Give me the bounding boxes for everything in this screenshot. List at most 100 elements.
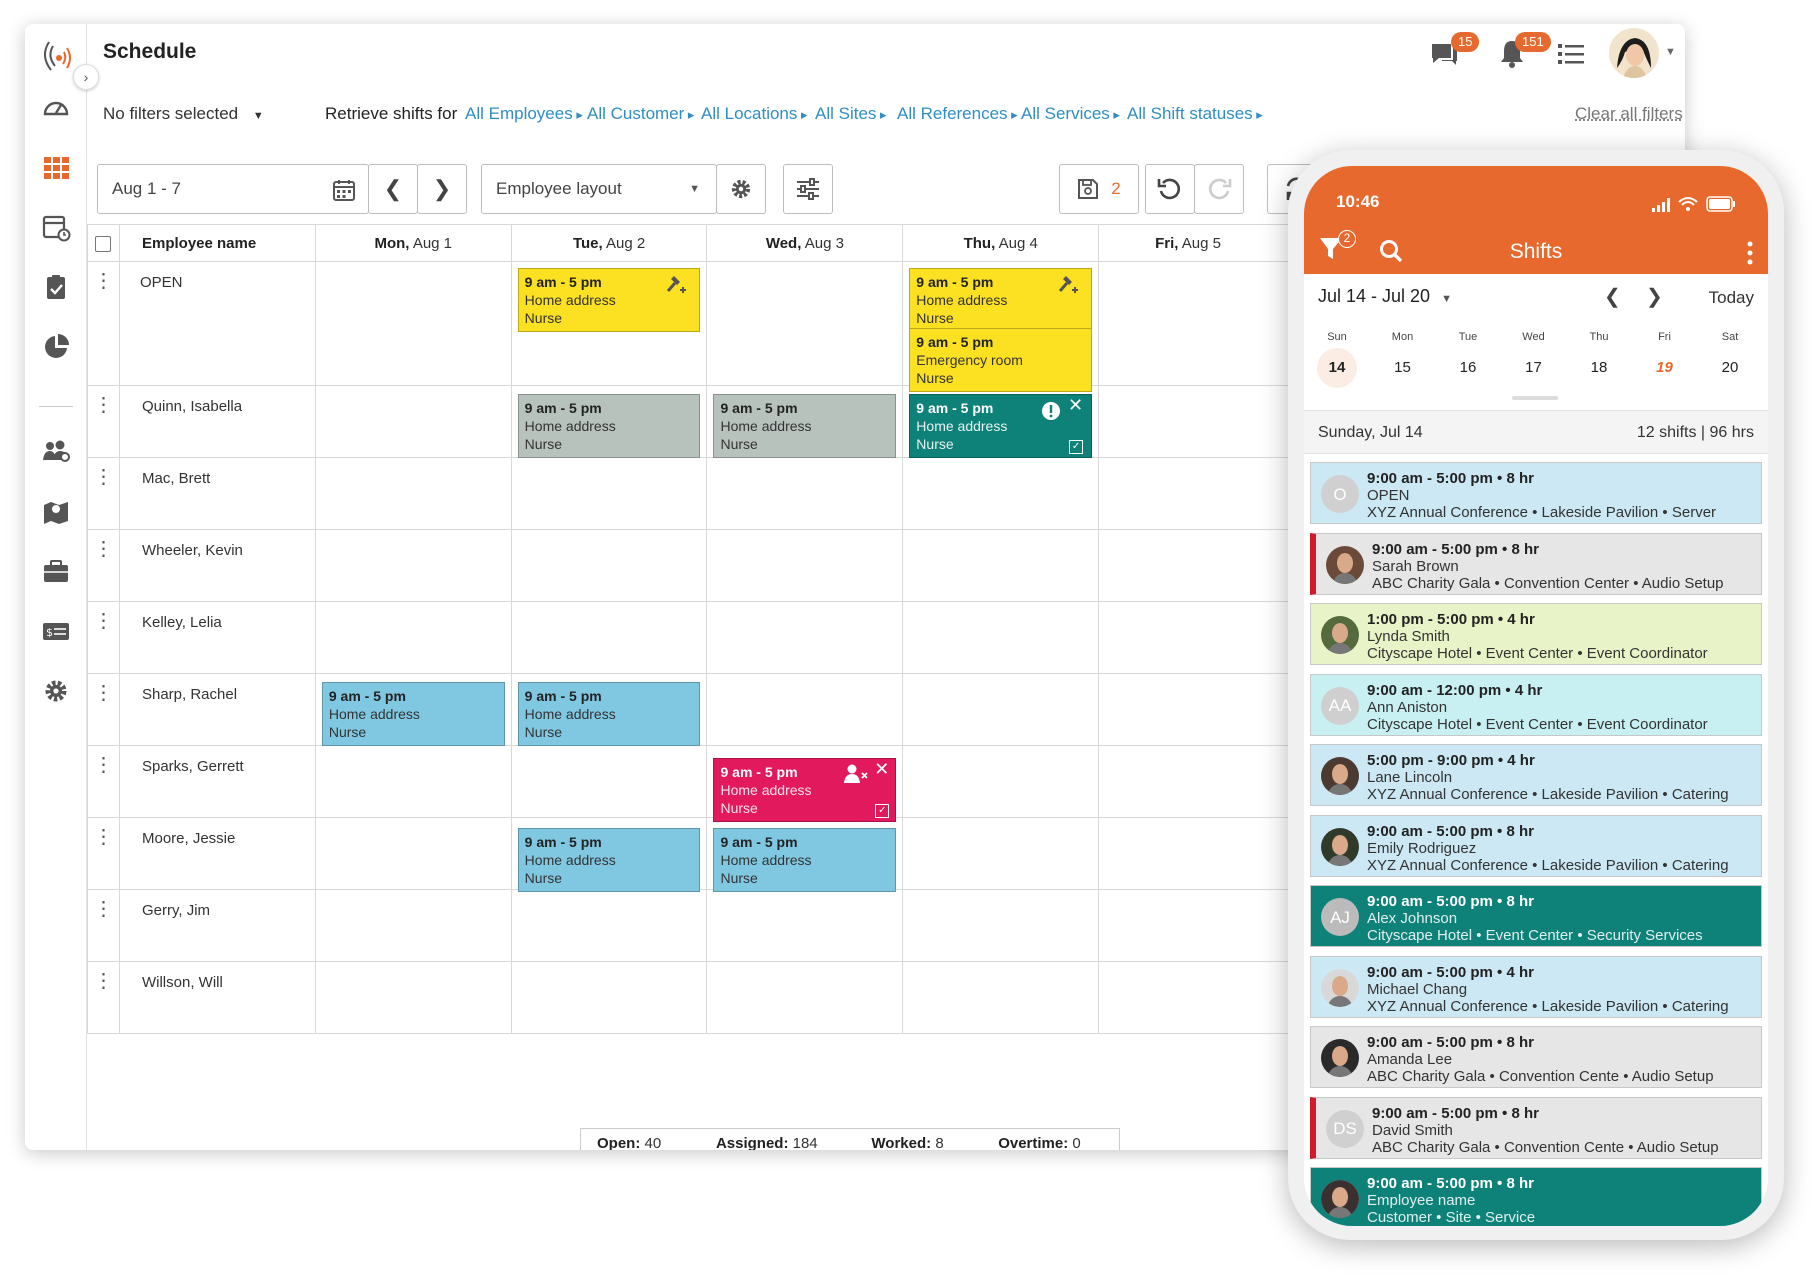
employee-name-cell[interactable]: Mac, Brett <box>118 457 316 530</box>
shift-card[interactable]: AA 9:00 am - 12:00 pm • 4 hr Ann Aniston Ci… <box>1310 673 1762 736</box>
date-range-field[interactable]: Aug 1 - 7 <box>97 164 369 214</box>
settings-gear-icon[interactable] <box>39 674 73 708</box>
filter-shift-statuses[interactable]: All Shift statuses <box>1127 104 1263 124</box>
row-menu-icon[interactable]: ⋮ <box>87 673 120 746</box>
task-list-icon[interactable] <box>1555 38 1587 75</box>
shift-block[interactable]: 9 am - 5 pm Home address Nurse <box>909 268 1093 332</box>
checkbox-checked-icon[interactable]: ✓ <box>875 804 890 818</box>
mobile-next-week-icon[interactable]: ❯ <box>1646 284 1663 309</box>
day-cell[interactable] <box>314 385 512 458</box>
day-cell[interactable] <box>314 961 512 1034</box>
row-menu-icon[interactable]: ⋮ <box>87 261 120 386</box>
filter-preset-dropdown[interactable]: No filters selected ▼ <box>103 104 264 124</box>
shift-card[interactable]: 9:00 am - 5:00 pm • 4 hr Michael Chang XYZ… <box>1310 955 1762 1018</box>
day-cell[interactable] <box>510 457 708 530</box>
date-chip[interactable]: 17 <box>1514 348 1554 388</box>
billing-icon[interactable]: $ <box>39 614 73 648</box>
employee-name-cell[interactable]: Quinn, Isabella <box>118 385 316 458</box>
employee-name-cell[interactable]: Sparks, Gerrett <box>118 745 316 818</box>
filter-references[interactable]: All References <box>897 104 1018 124</box>
row-menu-icon[interactable]: ⋮ <box>87 457 120 530</box>
team-icon[interactable] <box>39 434 73 468</box>
day-cell[interactable] <box>902 889 1100 962</box>
day-cell[interactable] <box>902 529 1100 602</box>
day-cell[interactable]: 9 am - 5 pm Home address Nurse ✕ ✓ <box>706 745 904 822</box>
app-logo-icon[interactable] <box>35 32 77 74</box>
day-cell[interactable] <box>902 961 1100 1034</box>
day-cell[interactable] <box>706 601 904 674</box>
shift-block[interactable]: 9 am - 5 pm Home address Nurse <box>517 828 701 892</box>
row-menu-icon[interactable]: ⋮ <box>87 601 120 674</box>
employee-name-cell[interactable]: Sharp, Rachel <box>118 673 316 746</box>
row-menu-icon[interactable]: ⋮ <box>87 817 120 890</box>
day-cell[interactable] <box>902 745 1100 818</box>
row-menu-icon[interactable]: ⋮ <box>87 385 120 458</box>
day-cell[interactable] <box>706 457 904 530</box>
filter-services[interactable]: All Services <box>1021 104 1120 124</box>
row-menu-icon[interactable]: ⋮ <box>87 529 120 602</box>
shift-card[interactable]: 5:00 pm - 9:00 pm • 4 hr Lane Lincoln XYZ … <box>1310 744 1762 806</box>
day-cell[interactable] <box>706 961 904 1034</box>
schedule-grid-icon[interactable] <box>39 150 73 184</box>
day-cell[interactable]: 9 am - 5 pm Home address Nurse <box>706 817 904 892</box>
employee-name-cell[interactable]: Wheeler, Kevin <box>118 529 316 602</box>
date-chip[interactable]: 15 <box>1383 348 1423 388</box>
filter-customer[interactable]: All Customer <box>587 104 694 124</box>
day-cell[interactable]: 9 am - 5 pm Home address Nurse 9 am - 5 pm E… <box>902 261 1100 392</box>
close-icon[interactable]: ✕ <box>1068 396 1083 414</box>
clear-filters-link[interactable]: Clear all filters <box>1575 104 1683 124</box>
day-cell[interactable] <box>510 889 708 962</box>
dashboard-icon[interactable] <box>39 90 73 124</box>
date-chip[interactable]: 14 <box>1317 348 1357 388</box>
row-menu-icon[interactable]: ⋮ <box>87 745 120 818</box>
filter-employees[interactable]: All Employees <box>465 104 583 124</box>
calendar-clock-icon[interactable] <box>39 210 73 244</box>
prev-week-button[interactable]: ❮ <box>368 164 418 214</box>
day-cell[interactable] <box>314 529 512 602</box>
day-cell[interactable] <box>902 601 1100 674</box>
bid-hammer-icon[interactable] <box>665 273 689 295</box>
week-range-selector[interactable]: Jul 14 - Jul 20 ▼ <box>1318 286 1452 307</box>
sidebar-expand-icon[interactable]: › <box>73 64 99 90</box>
alert-icon[interactable] <box>1041 401 1061 421</box>
day-cell[interactable] <box>706 529 904 602</box>
day-cell[interactable]: 9 am - 5 pm Home address Nurse <box>314 673 512 746</box>
day-cell[interactable] <box>902 817 1100 890</box>
row-menu-icon[interactable]: ⋮ <box>87 961 120 1034</box>
shift-card[interactable]: DS 9:00 am - 5:00 pm • 8 hr David Smith ABC… <box>1310 1096 1762 1159</box>
user-menu-chevron-icon[interactable]: ▼ <box>1665 46 1676 58</box>
employee-name-cell[interactable]: Willson, Will <box>118 961 316 1034</box>
checkbox-checked-icon[interactable]: ✓ <box>1069 440 1084 454</box>
shift-card[interactable]: AJ 9:00 am - 5:00 pm • 8 hr Alex Johnson Ci… <box>1310 885 1762 947</box>
date-chip[interactable]: 18 <box>1579 348 1619 388</box>
shift-card[interactable]: 9:00 am - 5:00 pm • 8 hr Sarah Brown ABC C… <box>1310 532 1762 595</box>
undo-button[interactable] <box>1145 164 1195 214</box>
filter-locations[interactable]: All Locations <box>701 104 808 124</box>
pie-chart-icon[interactable] <box>39 330 73 364</box>
day-cell[interactable] <box>902 457 1100 530</box>
shift-block[interactable]: 9 am - 5 pm Emergency room Nurse <box>909 328 1093 392</box>
clipboard-check-icon[interactable] <box>39 270 73 304</box>
day-cell[interactable] <box>314 817 512 890</box>
day-cell[interactable] <box>314 261 512 386</box>
unassign-user-icon[interactable] <box>843 763 869 785</box>
today-button[interactable]: Today <box>1709 288 1754 308</box>
user-avatar[interactable] <box>1609 28 1659 78</box>
day-cell[interactable] <box>706 889 904 962</box>
notifications-button[interactable]: 151 <box>1495 32 1551 76</box>
close-icon[interactable]: ✕ <box>874 760 889 778</box>
shift-block[interactable]: 9 am - 5 pm Home address Nurse <box>517 394 701 458</box>
day-cell[interactable] <box>314 889 512 962</box>
employee-name-cell[interactable]: Moore, Jessie <box>118 817 316 890</box>
shift-card[interactable]: 1:00 pm - 5:00 pm • 4 hr Lynda Smith Citys… <box>1310 603 1762 665</box>
mobile-prev-week-icon[interactable]: ❮ <box>1604 284 1621 309</box>
day-cell[interactable] <box>706 673 904 746</box>
chat-button[interactable]: 15 <box>1427 32 1480 76</box>
select-all-checkbox[interactable] <box>95 235 112 252</box>
layout-settings-button[interactable] <box>716 164 766 214</box>
layout-select[interactable]: Employee layout ▼ <box>481 164 717 214</box>
day-cell[interactable]: 9 am - 5 pm Home address Nurse <box>510 817 708 892</box>
employee-name-cell[interactable]: OPEN <box>118 261 316 386</box>
next-week-button[interactable]: ❯ <box>417 164 467 214</box>
day-cell[interactable]: 9 am - 5 pm Home address Nurse <box>510 673 708 746</box>
